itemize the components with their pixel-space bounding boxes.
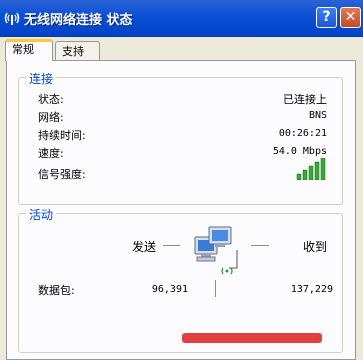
signal-bar: [296, 173, 302, 180]
signal-bar: [302, 169, 308, 180]
help-button[interactable]: ?: [316, 7, 337, 28]
wireless-network-icon: [4, 12, 20, 25]
signal-bar: [320, 158, 326, 180]
tab-panel-general: 连接 状态: 已连接上 网络: BNS 持续时间: 00:26:21 速度: 5…: [6, 60, 356, 360]
speed-value: 54.0 Mbps: [272, 146, 327, 157]
title-bar[interactable]: 无线网络连接 状态 ? ✕: [0, 0, 363, 37]
signal-strength-icon: [296, 158, 326, 180]
status-value: 已连接上: [283, 93, 327, 106]
connection-group-title: 连接: [26, 70, 57, 87]
sent-label: 发送: [132, 240, 157, 254]
packets-label: 数据包:: [38, 284, 75, 297]
duration-label: 持续时间:: [38, 129, 86, 142]
properties-button[interactable]: [182, 333, 322, 343]
packets-sent-value: 96,391: [151, 284, 188, 295]
window-title: 无线网络连接 状态: [24, 13, 133, 28]
activity-group: 活动 发送 收到 数据包: 96,391 137,229: [18, 206, 343, 353]
duration-value: 00:26:21: [278, 128, 327, 139]
received-label: 收到: [303, 240, 328, 254]
signal-bar: [314, 161, 320, 180]
network-label: 网络:: [38, 111, 64, 124]
packets-received-value: 137,229: [290, 284, 333, 295]
signal-bar: [308, 165, 314, 180]
tab-general[interactable]: 常规: [5, 39, 53, 61]
network-activity-icon: [194, 226, 238, 274]
close-button[interactable]: ✕: [340, 7, 361, 28]
speed-label: 速度:: [38, 147, 64, 160]
tab-support[interactable]: 支持: [55, 41, 100, 61]
packets-divider: [215, 280, 216, 297]
status-label: 状态:: [38, 93, 64, 106]
network-value: BNS: [308, 110, 327, 121]
activity-group-title: 活动: [26, 206, 57, 223]
sent-line: [163, 245, 180, 246]
connection-group: 连接 状态: 已连接上 网络: BNS 持续时间: 00:26:21 速度: 5…: [18, 70, 343, 205]
received-line: [251, 245, 269, 246]
signal-strength-label: 信号强度:: [38, 168, 86, 181]
